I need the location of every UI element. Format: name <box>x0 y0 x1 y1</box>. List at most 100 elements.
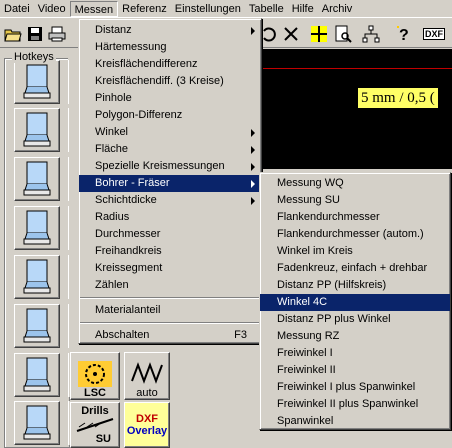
messen-menu-item[interactable]: Bohrer - Fräser <box>79 175 261 192</box>
hotkey-button[interactable] <box>14 304 60 348</box>
dxf-overlay-tool[interactable]: DXF Overlay <box>124 402 170 448</box>
svg-text:?: ? <box>399 27 409 43</box>
submenu-arrow-icon <box>251 180 255 188</box>
bohrer-submenu-item[interactable]: Winkel im Kreis <box>260 243 450 260</box>
drills-su-tool[interactable]: Drills SU <box>70 402 120 448</box>
help-button[interactable]: ? <box>392 23 414 45</box>
lens-icon <box>23 112 51 147</box>
bohrer-submenu-item[interactable]: Flankendurchmesser (autom.) <box>260 226 450 243</box>
messen-menu-item[interactable]: Schichtdicke <box>79 192 261 209</box>
help-icon: ? <box>397 26 409 43</box>
messen-menu-item[interactable]: Härtemessung <box>79 39 261 56</box>
menu-item-label: Durchmesser <box>95 228 161 240</box>
hotkey-button[interactable] <box>14 401 60 445</box>
submenu-item-label: Messung RZ <box>277 330 340 342</box>
messen-menu-item[interactable]: Kreissegment <box>79 260 261 277</box>
submenu-arrow-icon <box>251 146 255 154</box>
lsc-label: LSC <box>84 387 106 399</box>
camera-display[interactable] <box>262 49 452 169</box>
messen-menu-item[interactable]: Winkel <box>79 124 261 141</box>
submenu-arrow-icon <box>251 27 255 35</box>
submenu-item-label: Freiwinkel I <box>277 347 333 359</box>
messen-menu-item[interactable]: Radius <box>79 209 261 226</box>
menu-item-label: Kreisflächendiff. (3 Kreise) <box>95 75 224 87</box>
bohrer-submenu-item[interactable]: Spanwinkel <box>260 413 450 430</box>
submenu-item-label: Fadenkreuz, einfach + drehbar <box>277 262 428 274</box>
menu-hilfe[interactable]: Hilfe <box>288 1 318 17</box>
menu-shortcut: F3 <box>234 329 247 341</box>
bohrer-submenu-item[interactable]: Freiwinkel I plus Spanwinkel <box>260 379 450 396</box>
hotkey-button[interactable] <box>14 157 60 201</box>
menu-messen[interactable]: Messen <box>69 0 119 17</box>
messen-menu-item[interactable]: Durchmesser <box>79 226 261 243</box>
messen-menu-item[interactable]: Kreisflächendifferenz <box>79 56 261 73</box>
messen-menu-item[interactable]: Fläche <box>79 141 261 158</box>
menu-item-label: Materialanteil <box>95 304 161 316</box>
dxf-overlay-line1: DXF <box>136 413 158 425</box>
save-icon <box>28 27 42 41</box>
scale-label: 5 mm / 0,5 ( <box>358 88 438 108</box>
bohrer-submenu-item[interactable]: Messung WQ <box>260 175 450 192</box>
menu-video[interactable]: Video <box>34 1 70 17</box>
menu-item-label: Distanz <box>95 24 132 36</box>
hotkeys-label: Hotkeys <box>12 51 56 63</box>
menu-datei[interactable]: Datei <box>0 1 34 17</box>
bohrer-submenu-item[interactable]: Freiwinkel II plus Spanwinkel <box>260 396 450 413</box>
bohrer-submenu-item[interactable]: Freiwinkel I <box>260 345 450 362</box>
menu-item-label: Zählen <box>95 279 129 291</box>
dxf-button[interactable]: DXF <box>422 23 446 45</box>
print-icon <box>48 26 66 42</box>
bohrer-submenu-item[interactable]: Distanz PP plus Winkel <box>260 311 450 328</box>
menu-item-label: Freihandkreis <box>95 245 162 257</box>
lsc-tool[interactable]: LSC <box>70 352 120 400</box>
hotkey-button[interactable] <box>14 255 60 299</box>
save-button[interactable] <box>24 23 46 45</box>
messen-menu-item[interactable]: Distanz <box>79 22 261 39</box>
bohrer-submenu-item[interactable]: Distanz PP (Hilfskreis) <box>260 277 450 294</box>
submenu-arrow-icon <box>251 129 255 137</box>
menu-archiv[interactable]: Archiv <box>318 1 357 17</box>
tool-column-edge <box>68 206 76 250</box>
lens-icon <box>23 161 51 196</box>
menu-einstellungen[interactable]: Einstellungen <box>171 1 245 17</box>
submenu-item-label: Messung SU <box>277 194 340 206</box>
submenu-item-label: Freiwinkel II plus Spanwinkel <box>277 398 419 410</box>
bohrer-submenu-item[interactable]: Messung SU <box>260 192 450 209</box>
open-folder-button[interactable] <box>2 23 24 45</box>
submenu-item-label: Freiwinkel I plus Spanwinkel <box>277 381 416 393</box>
menu-separator <box>80 297 260 299</box>
messen-menu-item[interactable]: Materialanteil <box>79 302 261 319</box>
menu-item-label: Kreissegment <box>95 262 163 274</box>
crosshair-icon <box>311 26 327 42</box>
bohrer-submenu-item[interactable]: Freiwinkel II <box>260 362 450 379</box>
submenu-arrow-icon <box>251 197 255 205</box>
bohrer-submenu-item[interactable]: Fadenkreuz, einfach + drehbar <box>260 260 450 277</box>
submenu-item-label: Freiwinkel II <box>277 364 336 376</box>
menu-referenz[interactable]: Referenz <box>118 1 171 17</box>
zoom-page-button[interactable] <box>332 23 354 45</box>
messen-menu-item[interactable]: Spezielle Kreismessungen <box>79 158 261 175</box>
print-button[interactable] <box>46 23 68 45</box>
hotkey-button[interactable] <box>14 108 60 152</box>
submenu-item-label: Distanz PP (Hilfskreis) <box>277 279 387 291</box>
messen-menu-item[interactable]: Kreisflächendiff. (3 Kreise) <box>79 73 261 90</box>
crosshair-button[interactable] <box>308 23 330 45</box>
network-button[interactable] <box>360 23 382 45</box>
hotkey-button[interactable] <box>14 206 60 250</box>
messen-menu-item[interactable]: Freihandkreis <box>79 243 261 260</box>
messen-menu-item[interactable]: Abschalten F3 <box>79 327 261 344</box>
measurement-line <box>262 68 452 69</box>
hotkey-button[interactable] <box>14 60 60 104</box>
bohrer-submenu-item[interactable]: Flankendurchmesser <box>260 209 450 226</box>
auto-tool[interactable]: auto <box>124 352 170 400</box>
hotkey-button[interactable] <box>14 353 60 397</box>
close-x-button[interactable] <box>280 23 302 45</box>
messen-menu-item[interactable]: Pinhole <box>79 90 261 107</box>
bohrer-submenu-item[interactable]: Messung RZ <box>260 328 450 345</box>
lens-icon <box>23 64 51 99</box>
messen-menu-item[interactable]: Zählen <box>79 277 261 294</box>
messen-menu-item[interactable]: Polygon-Differenz <box>79 107 261 124</box>
bohrer-submenu-item[interactable]: Winkel 4C <box>260 294 450 311</box>
menu-tabelle[interactable]: Tabelle <box>245 1 288 17</box>
drills-label: Drills <box>81 405 109 417</box>
